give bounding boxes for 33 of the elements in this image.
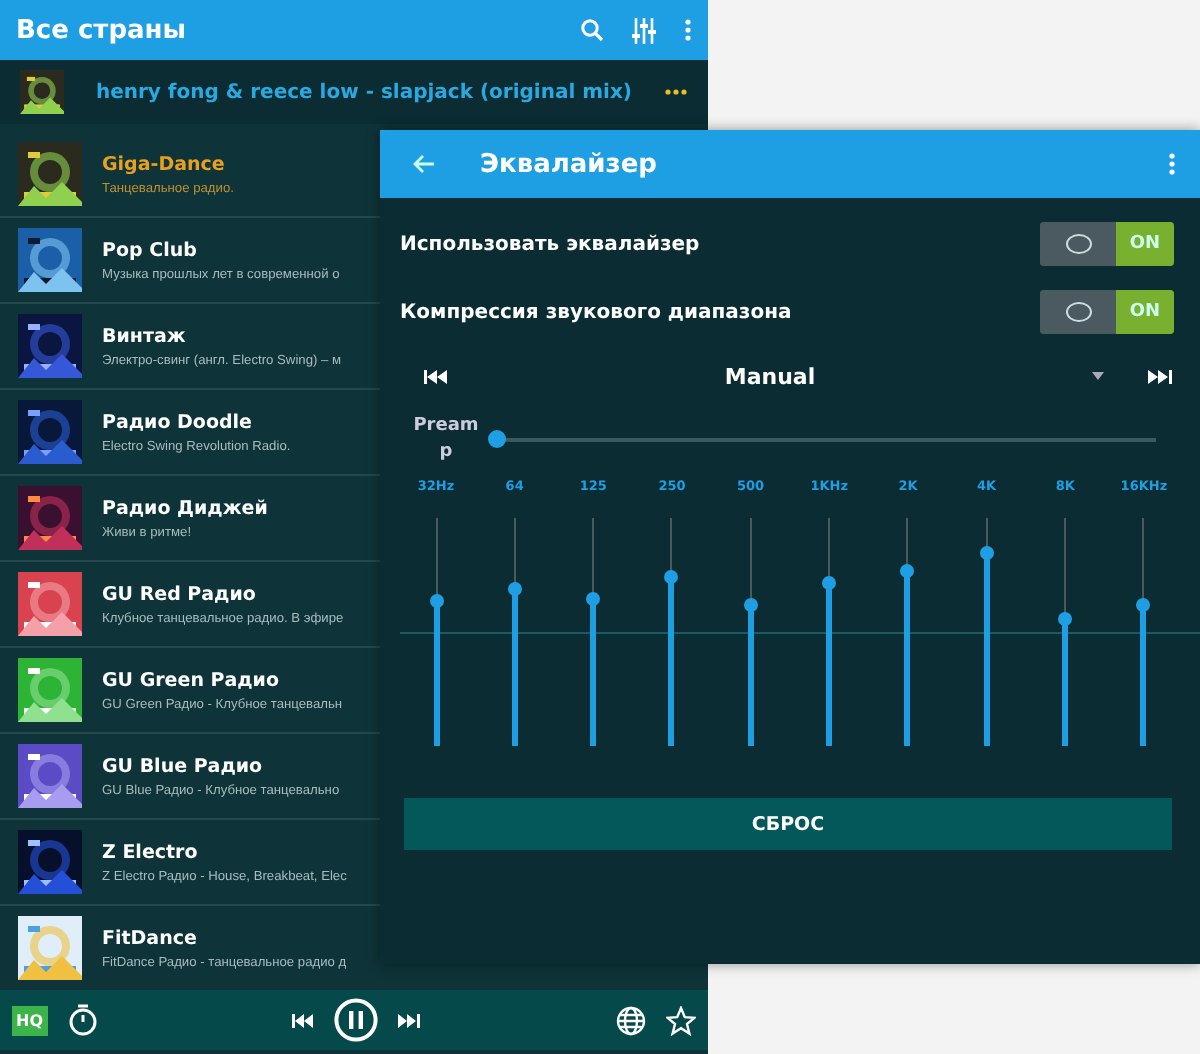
next-preset-icon[interactable] [1148,369,1172,383]
station-name[interactable]: FitDance [102,927,197,949]
dialog-title: Эквалайзер [480,149,659,179]
station-name[interactable]: GU Red Радио [102,583,256,605]
menu-icon[interactable] [684,18,692,42]
station-name[interactable]: GU Green Радио [102,669,279,691]
next-icon[interactable] [398,1013,420,1027]
more-icon[interactable] [664,88,688,96]
screen-title: Все страны [16,15,189,45]
previous-icon[interactable] [292,1013,314,1027]
reset-button[interactable]: СБРОС [404,798,1172,850]
globe-icon[interactable] [616,1005,646,1035]
station-name[interactable]: Pop Club [102,239,197,261]
timer-icon[interactable] [67,1004,97,1036]
dropdown-caret-icon[interactable] [1092,372,1104,380]
station-name[interactable]: Винтаж [102,325,186,347]
station-name[interactable]: Радио Doodle [102,411,252,433]
now-playing-track: henry fong & reece low - slapjack (original mix) [93,81,635,103]
station-name[interactable]: Z Electro [102,841,198,863]
preset-dropdown[interactable]: Manual [448,363,1092,389]
station-name[interactable]: Радио Диджей [102,497,268,519]
equalizer-icon[interactable] [632,17,656,43]
station-name[interactable]: Giga-Dance [102,153,225,175]
preamp-label: Preamp [412,414,480,466]
star-icon[interactable] [666,1005,696,1035]
station-name[interactable]: GU Blue Радио [102,755,263,777]
back-arrow-icon[interactable] [412,154,436,174]
pause-icon[interactable] [334,998,378,1042]
search-icon[interactable] [580,18,604,42]
setting-label: Использовать эквалайзер [400,233,702,255]
menu-icon[interactable] [1168,152,1176,176]
previous-preset-icon[interactable] [424,369,448,383]
setting-label: Компрессия звукового диапазона [400,301,794,323]
